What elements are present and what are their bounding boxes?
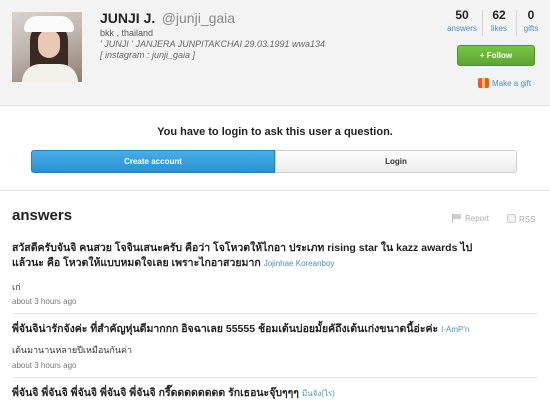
divider (0, 190, 550, 191)
profile-stats: 50 answers 62 likes 0 gifts (443, 8, 543, 38)
answers-heading: answers (12, 207, 73, 224)
profile-location: bkk , thailand (100, 28, 154, 38)
rss-label: RSS (519, 215, 536, 224)
answer-separator (12, 377, 538, 378)
question-line-text: พี่จันจิน่ารักจังค่ะ ที่สำคัญหุ่นดีมากกก… (12, 323, 439, 335)
asker-link[interactable]: Jojinhae Koreanboy (264, 259, 335, 268)
answer-timestamp[interactable]: about 3 hours ago (12, 361, 77, 370)
profile-handle: @junji_gaia (161, 10, 236, 26)
stat-likes[interactable]: 62 likes (483, 8, 515, 34)
question-text[interactable]: พี่จันจิ พี่จันจิ พี่จันจิ พี่จันจิ พี่จ… (12, 386, 512, 401)
make-gift-label: Make a gift (492, 79, 532, 88)
avatar[interactable] (12, 12, 82, 82)
name-row: JUNJI J. @junji_gaia (100, 10, 235, 28)
bio-line-1: ' JUNJI ' JANJERA JUNPITAKCHAI 29.03.199… (100, 39, 326, 49)
rss-link[interactable]: RSS (507, 214, 535, 224)
stat-gifts-label: gifts (523, 24, 539, 33)
answer-timestamp[interactable]: about 3 hours ago (12, 297, 77, 306)
make-gift-link[interactable]: Make a gift (478, 78, 531, 88)
rss-icon (507, 214, 516, 223)
report-link[interactable]: Report (452, 214, 489, 223)
question-line: แล้วนะ คือ โหวตให้แบบหมดใจเลย เพราะไกอาส… (12, 256, 512, 271)
report-label: Report (465, 214, 490, 223)
login-button[interactable]: Login (275, 150, 517, 173)
question-line-text: แล้วนะ คือ โหวตให้แบบหมดใจเลย เพราะไกอาส… (12, 257, 261, 269)
create-account-button[interactable]: Create account (31, 150, 275, 173)
profile-header: JUNJI J. @junji_gaia bkk , thailand ' JU… (0, 0, 550, 106)
stat-gifts-value: 0 (527, 8, 535, 22)
profile-page: JUNJI J. @junji_gaia bkk , thailand ' JU… (0, 0, 550, 408)
stat-likes-value: 62 (492, 8, 506, 22)
bio-line-2: [ instagram : junji_gaia ] (100, 50, 196, 60)
stat-gifts[interactable]: 0 gifts (517, 8, 545, 34)
follow-button[interactable]: + Follow (457, 45, 535, 66)
answer-text: เต้นมานานหลายปีเหมือนกันค่า (12, 345, 133, 355)
profile-bio: ' JUNJI ' JANJERA JUNPITAKCHAI 29.03.199… (100, 39, 380, 61)
question-line: สวัสดีครับจันจิ คนสวย โจจินเสนะครับ คือว… (12, 242, 473, 254)
flag-icon (452, 214, 462, 223)
stat-answers-value: 50 (455, 8, 469, 22)
answer-separator (12, 313, 538, 314)
answer-text: เก่ (12, 282, 21, 292)
profile-name: JUNJI J. (100, 10, 156, 26)
asker-link[interactable]: มีนจัง(ไร) (302, 389, 335, 398)
question-line-text: พี่จันจิ พี่จันจิ พี่จันจิ พี่จันจิ พี่จ… (12, 387, 299, 399)
stat-answers-label: answers (447, 24, 477, 33)
question-text[interactable]: พี่จันจิน่ารักจังค่ะ ที่สำคัญหุ่นดีมากกก… (12, 322, 512, 337)
stat-likes-label: likes (490, 24, 507, 33)
question-text[interactable]: สวัสดีครับจันจิ คนสวย โจจินเสนะครับ คือว… (12, 241, 512, 271)
asker-link[interactable]: I-AmP'n (441, 325, 469, 334)
stat-answers[interactable]: 50 answers (443, 8, 481, 34)
login-prompt: You have to login to ask this user a que… (157, 126, 393, 138)
gift-icon (478, 78, 489, 88)
